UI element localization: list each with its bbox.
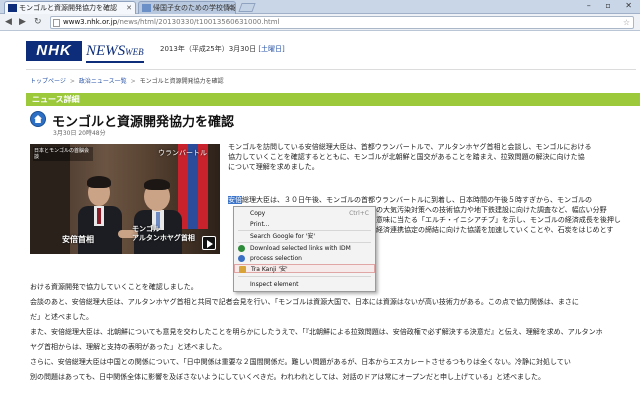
shortcut-label: Ctrl+C xyxy=(349,210,369,217)
menu-separator xyxy=(238,276,371,277)
breadcrumb-top[interactable]: トップページ xyxy=(30,78,66,85)
breadcrumb-politics[interactable]: 政治ニュース一覧 xyxy=(79,78,127,85)
menu-item-search-google[interactable]: Search Google for '安' xyxy=(234,232,375,241)
menu-item-label: Inspect element xyxy=(250,281,299,288)
play-icon[interactable] xyxy=(202,236,216,250)
tab-title: 帰国子女のための学校情報 xyxy=(153,4,236,12)
close-tab-icon[interactable]: ✕ xyxy=(226,2,232,14)
menu-item-label: Copy xyxy=(250,210,266,217)
menu-item-label: Tra Kanji '安' xyxy=(251,266,288,273)
menu-separator xyxy=(238,242,371,243)
paragraph-line: ヤグ首相からは、理解と支持の表明があった」と述べました。 xyxy=(30,343,226,351)
section-title: ニュース詳細 xyxy=(32,95,80,104)
url-path: /news/html/20130330/t10013560631000.html xyxy=(117,18,280,26)
breadcrumb: トップページ > 政治ニュース一覧 > モンゴルと資源開発協力を確認 xyxy=(30,76,224,85)
paragraph-line: 総理大臣は、３０日午後、モンゴルの首都ウランバートルに到着し、日本時間の午後５時… xyxy=(242,196,592,204)
paragraph-line: だ」と述べました。 xyxy=(30,313,93,321)
tab-strip: モンゴルと資源開発協力を確認 ✕ 帰国子女のための学校情報 ✕ – ▫ ✕ xyxy=(0,0,640,14)
paragraph-line: 別の問題はあっても、日中関係全体に影響を及ぼさないようにしていくべきだ。われわれ… xyxy=(30,373,546,381)
bookmark-star-icon[interactable]: ☆ xyxy=(623,17,630,28)
kanji-extension-icon xyxy=(239,266,246,273)
paragraph-line: モンゴルを訪問している安倍総理大臣は、首都ウランバートルで、アルタンホヤグ首相と… xyxy=(228,143,592,151)
article-paragraph: モンゴルを訪問している安倍総理大臣は、首都ウランバートルで、アルタンホヤグ首相と… xyxy=(228,142,640,172)
news-web-logo[interactable]: NEWSWEB xyxy=(86,42,144,63)
news-logo-text: NEWS xyxy=(86,43,126,59)
weekday-link[interactable]: [土曜日] xyxy=(258,45,284,53)
header-date: 2013年（平成25年）3月30日 [土曜日] xyxy=(160,44,285,54)
window-controls[interactable]: – ▫ ✕ xyxy=(587,1,638,10)
paragraph-line: また、安倍総理大臣は、北朝鮮についても意見を交わしたことを明らかにしたうえで、「… xyxy=(30,328,603,336)
paragraph-line: さらに、安倍総理大臣は中国との関係について、「日中関係は重要な２国間関係だ。難し… xyxy=(30,358,571,366)
divider xyxy=(26,69,636,70)
new-tab-button[interactable] xyxy=(238,3,256,12)
idm-icon xyxy=(238,245,245,252)
extension-icon xyxy=(238,255,245,262)
menu-item-label: Download selected links with IDM xyxy=(250,245,351,252)
web-logo-text: WEB xyxy=(125,47,144,57)
tab-nhk-article[interactable]: モンゴルと資源開発協力を確認 ✕ xyxy=(4,1,136,14)
context-menu: Copy Ctrl+C Print... Search Google for '… xyxy=(233,206,376,292)
menu-item-label: process selection xyxy=(250,255,302,262)
news-video-thumbnail[interactable]: 日本とモンゴルの首脳会談 ウランバートル 安倍首相 モンゴル アルタンホヤグ首相 xyxy=(30,144,220,254)
breadcrumb-separator: > xyxy=(69,78,75,85)
nhk-logo-text: NHK xyxy=(36,42,72,59)
menu-item-print[interactable]: Print... xyxy=(234,220,375,229)
tab-school-info[interactable]: 帰国子女のための学校情報 ✕ xyxy=(138,1,236,14)
menu-item-tra-kanji[interactable]: Tra Kanji '安' xyxy=(234,264,375,273)
breadcrumb-separator: > xyxy=(130,78,136,85)
photo-caption-location: ウランバートル xyxy=(158,149,207,157)
menu-item-copy[interactable]: Copy Ctrl+C xyxy=(234,209,375,218)
menu-item-download-idm[interactable]: Download selected links with IDM xyxy=(234,244,375,253)
article-timestamp: 3月30日 20時48分 xyxy=(53,130,106,137)
selected-text[interactable]: 安倍 xyxy=(228,196,242,204)
menu-item-label: Print... xyxy=(250,221,270,228)
date-text: 2013年（平成25年）3月30日 xyxy=(160,45,257,53)
section-header-bar: ニュース詳細 xyxy=(26,93,640,106)
photo-caption-line: アルタンホヤグ首相 xyxy=(132,234,195,242)
paragraph-line: 協力していくことを確認するとともに、モンゴルが北朝鮮と国交があることを踏まえ、拉… xyxy=(228,153,585,161)
home-icon xyxy=(30,111,46,127)
photo-caption-abe: 安倍首相 xyxy=(62,235,94,244)
menu-separator xyxy=(238,230,371,231)
menu-item-label: Search Google for '安' xyxy=(250,233,316,240)
nhk-favicon xyxy=(8,4,17,12)
menu-item-inspect[interactable]: Inspect element xyxy=(234,280,375,289)
url-host: www3.nhk.or.jp xyxy=(63,18,118,26)
menu-item-process-selection[interactable]: process selection xyxy=(234,254,375,263)
page-favicon xyxy=(142,4,151,12)
page-icon xyxy=(53,19,60,27)
address-bar[interactable]: www3.nhk.or.jp/news/html/20130330/t10013… xyxy=(50,16,634,29)
breadcrumb-current: モンゴルと資源開発協力を確認 xyxy=(139,78,224,85)
forward-arrow-icon[interactable]: ▶ xyxy=(19,16,26,28)
reload-icon[interactable]: ↻ xyxy=(34,16,42,28)
close-tab-icon[interactable]: ✕ xyxy=(126,2,132,14)
browser-toolbar: ◀ ▶ ↻ www3.nhk.or.jp/news/html/20130330/… xyxy=(0,14,640,31)
photo-caption-mongolia: モンゴル アルタンホヤグ首相 xyxy=(132,225,195,243)
paragraph-line: について理解を求めました。 xyxy=(228,163,319,171)
photo-tag: 日本とモンゴルの首脳会談 xyxy=(33,147,93,161)
nhk-logo[interactable]: NHK xyxy=(26,41,82,61)
photo-caption-line: モンゴル xyxy=(132,225,160,233)
back-arrow-icon[interactable]: ◀ xyxy=(5,16,12,28)
paragraph-line: 会談のあと、安倍総理大臣は、アルタンホヤグ首相と共同で記者会見を行い、「モンゴル… xyxy=(30,298,579,306)
article-body-lower: おける資源開発で協力していくことを確認しました。 会談のあと、安倍総理大臣は、ア… xyxy=(30,282,640,387)
tab-title: モンゴルと資源開発協力を確認 xyxy=(19,4,117,12)
